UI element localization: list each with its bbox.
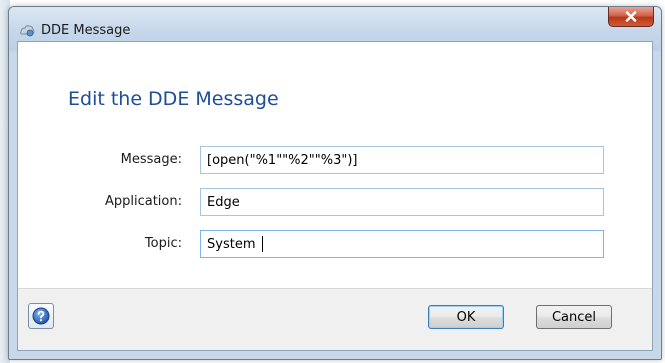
topic-label: Topic: — [144, 236, 182, 251]
cancel-button[interactable]: Cancel — [536, 305, 612, 329]
close-icon — [625, 11, 637, 22]
application-label: Application: — [104, 194, 182, 209]
dialog-heading: Edit the DDE Message — [68, 88, 279, 110]
message-input[interactable] — [200, 146, 604, 174]
dialog-footer: OK Cancel — [18, 289, 652, 350]
ok-button[interactable]: OK — [428, 305, 504, 329]
help-icon — [32, 307, 50, 325]
dialog-content: Edit the DDE Message Message: Applicatio… — [17, 41, 653, 351]
help-button[interactable] — [28, 303, 54, 329]
app-icon — [19, 22, 35, 38]
topic-input[interactable] — [200, 230, 604, 258]
window-title: DDE Message — [41, 23, 131, 38]
text-caret — [262, 236, 263, 252]
dde-message-dialog: DDE Message Edit the DDE Message Message… — [8, 6, 662, 360]
close-button[interactable] — [608, 7, 654, 27]
message-label: Message: — [120, 152, 182, 167]
application-input[interactable] — [200, 188, 604, 216]
